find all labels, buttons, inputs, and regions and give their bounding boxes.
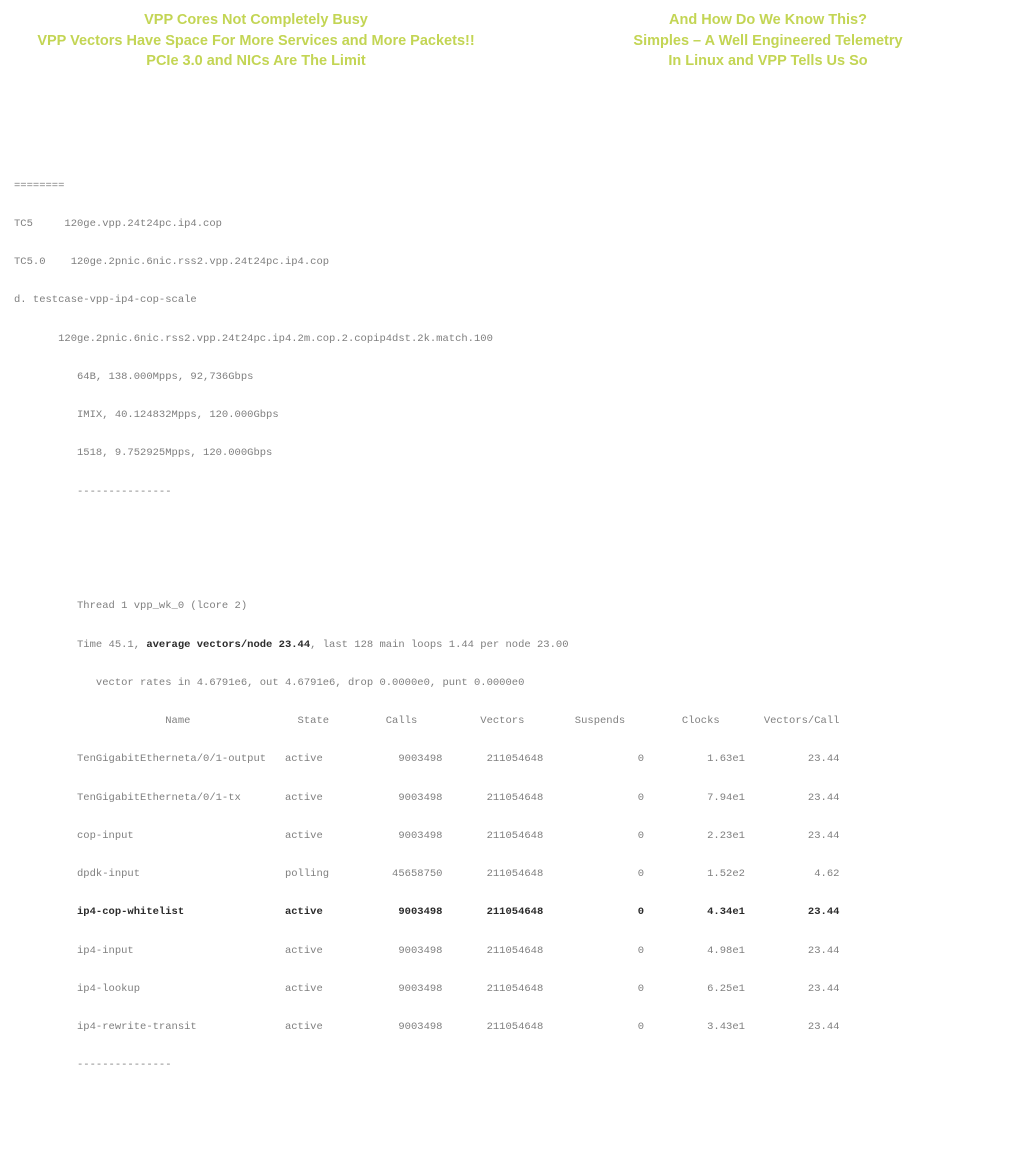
table-row: ip4-lookup active 9003498 211054648 0 6.… [14,983,1014,996]
thread-1-time-prefix: Time 45.1, [14,639,146,651]
table-row: ip4-cop-whitelist active 9003498 2110546… [14,906,1014,919]
thread-1-time-line: Time 45.1, average vectors/node 23.44, l… [14,639,1014,652]
thread-1-time-suffix: , last 128 main loops 1.44 per node 23.0… [310,639,568,651]
separator-dashes-line-1: --------------- [14,486,1014,499]
heading-right: And How Do We Know This? Simples – A Wel… [512,10,1024,72]
thread-1-table-header: Name State Calls Vectors Suspends Clocks… [14,715,1014,728]
thread-1-avg-vectors: average vectors/node 23.44 [146,639,310,651]
thread-block-1: Thread 1 vpp_wk_0 (lcore 2) Time 45.1, a… [14,575,1014,1098]
separator-equals-line: ======== [14,180,1014,193]
table-row: TenGigabitEtherneta/0/1-tx active 900349… [14,792,1014,805]
table-row: dpdk-input polling 45658750 211054648 0 … [14,868,1014,881]
rate-1518-line: 1518, 9.752925Mpps, 120.000Gbps [14,447,1014,460]
testcase-name-line: d. testcase-vpp-ip4-cop-scale [14,294,1014,307]
thread-1-id-line: Thread 1 vpp_wk_0 (lcore 2) [14,600,1014,613]
table-row: ip4-input active 9003498 211054648 0 4.9… [14,945,1014,958]
testcase-config-line: 120ge.2pnic.6nic.rss2.vpp.24t24pc.ip4.2m… [14,333,1014,346]
console-preamble: ======== TC5 120ge.vpp.24t24pc.ip4.cop T… [14,154,1014,524]
slide-headings: VPP Cores Not Completely Busy VPP Vector… [0,10,1024,72]
rate-imix-line: IMIX, 40.124832Mpps, 120.000Gbps [14,409,1014,422]
heading-left-line-1: VPP Cores Not Completely Busy [0,10,512,31]
table-row: cop-input active 9003498 211054648 0 2.2… [14,830,1014,843]
heading-right-line-3: In Linux and VPP Tells Us So [512,51,1024,72]
heading-left-line-2: VPP Vectors Have Space For More Services… [0,31,512,52]
separator-dashes-line-2: --------------- [14,1059,1014,1072]
testcase-tc5-line: TC5 120ge.vpp.24t24pc.ip4.cop [14,218,1014,231]
rate-64b-line: 64B, 138.000Mpps, 92,736Gbps [14,371,1014,384]
vpp-telemetry-console: ======== TC5 120ge.vpp.24t24pc.ip4.cop T… [14,103,1014,1152]
thread-block-2: Thread 24 vpp_wk_23 (lcore 29) Time 45.1… [14,1149,1014,1152]
heading-left: VPP Cores Not Completely Busy VPP Vector… [0,10,512,72]
heading-right-line-2: Simples – A Well Engineered Telemetry [512,31,1024,52]
heading-right-line-1: And How Do We Know This? [512,10,1024,31]
table-row: ip4-rewrite-transit active 9003498 21105… [14,1021,1014,1034]
heading-left-line-3: PCIe 3.0 and NICs Are The Limit [0,51,512,72]
testcase-tc5-0-line: TC5.0 120ge.2pnic.6nic.rss2.vpp.24t24pc.… [14,256,1014,269]
thread-1-rates-line: vector rates in 4.6791e6, out 4.6791e6, … [14,677,1014,690]
table-row: TenGigabitEtherneta/0/1-output active 90… [14,753,1014,766]
